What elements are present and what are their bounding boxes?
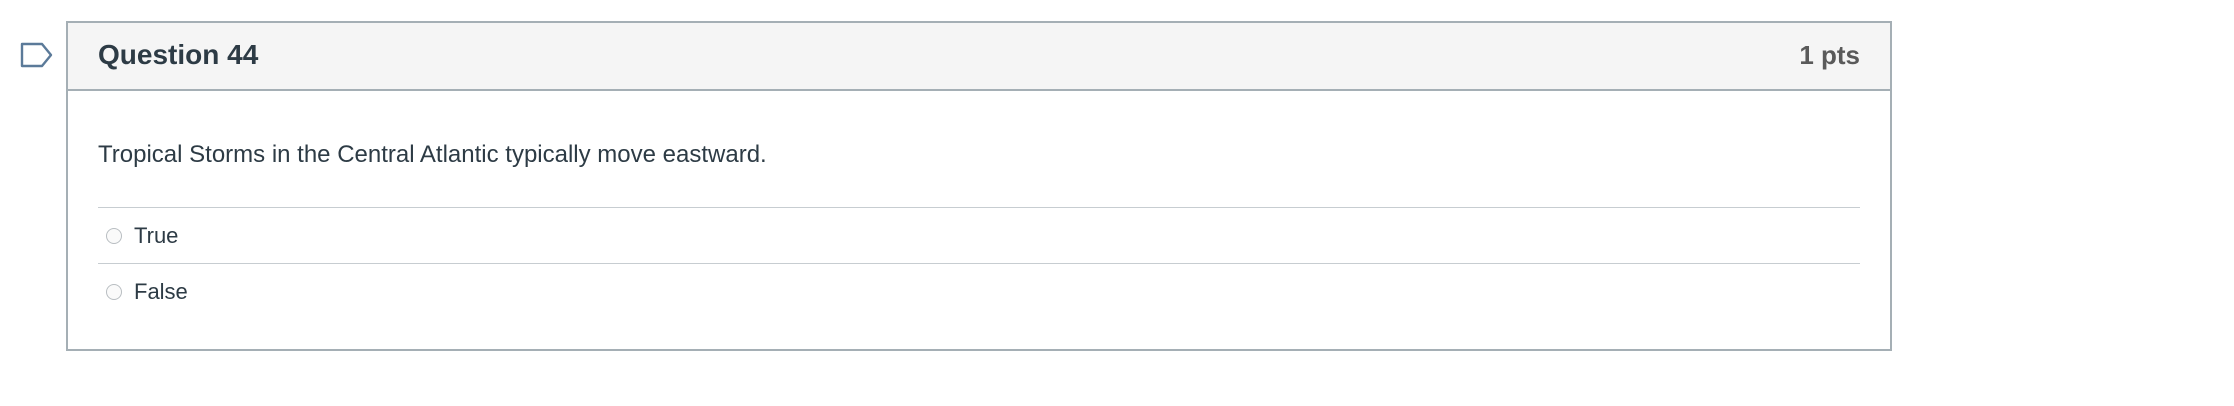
question-header: Question 44 1 pts [68, 23, 1890, 91]
answer-option-true[interactable]: True [98, 207, 1860, 263]
answer-list: True False [98, 207, 1860, 319]
question-points: 1 pts [1799, 40, 1860, 70]
question-card: Question 44 1 pts Tropical Storms in the… [66, 21, 1892, 351]
answer-option-false[interactable]: False [98, 263, 1860, 319]
question-text: Tropical Storms in the Central Atlantic … [98, 141, 767, 168]
radio-button-true[interactable] [106, 227, 122, 244]
answer-label-false[interactable]: False [134, 279, 188, 305]
question-title: Question 44 [98, 39, 259, 70]
radio-button-false[interactable] [106, 283, 122, 300]
answer-label-true[interactable]: True [134, 223, 178, 249]
flag-question-icon[interactable] [20, 42, 54, 68]
